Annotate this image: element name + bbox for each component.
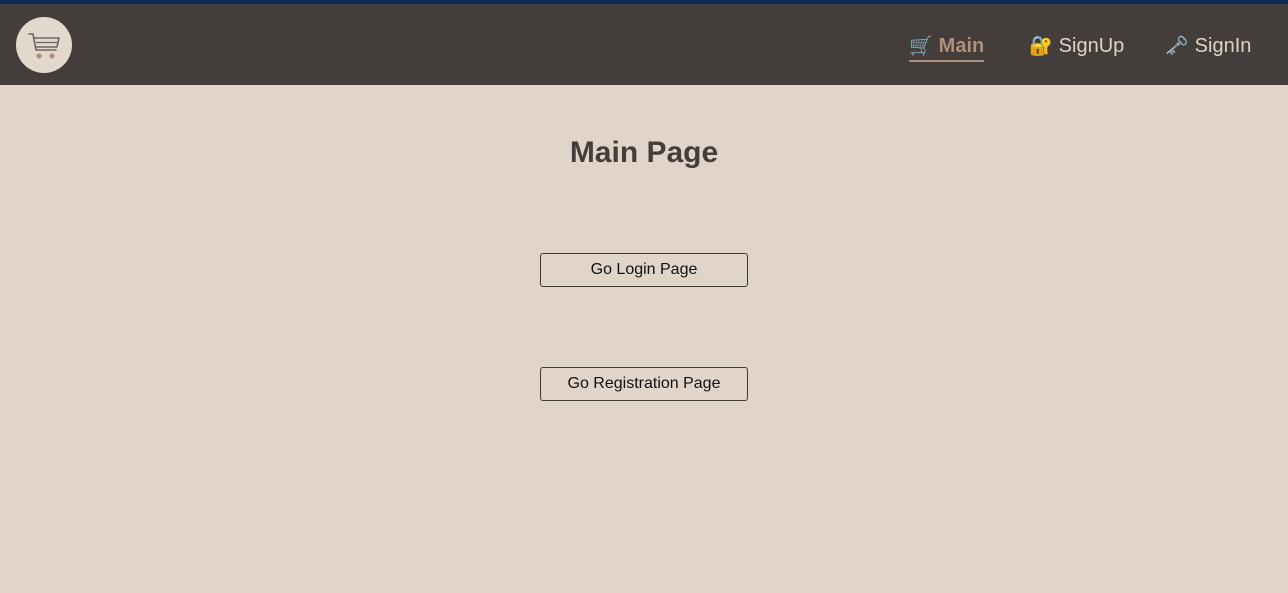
- cart-icon: 🛒: [909, 35, 933, 57]
- key-icon: 🗝️: [1165, 35, 1189, 57]
- go-login-button[interactable]: Go Login Page: [540, 253, 748, 287]
- navbar: 🛒 Main 🔐 SignUp 🗝️ SignIn: [0, 4, 1288, 85]
- nav-item-signin[interactable]: 🗝️ SignIn: [1165, 30, 1251, 62]
- nav-item-signup[interactable]: 🔐 SignUp: [1029, 30, 1124, 62]
- logo[interactable]: [16, 17, 72, 73]
- nav-item-label: Main: [938, 34, 985, 57]
- go-registration-button[interactable]: Go Registration Page: [540, 367, 748, 401]
- nav-item-label: SignIn: [1194, 34, 1252, 57]
- page-title: Main Page: [569, 136, 719, 169]
- lock-icon: 🔐: [1029, 35, 1053, 57]
- nav-item-label: SignUp: [1058, 34, 1125, 57]
- nav-item-main[interactable]: 🛒 Main: [909, 30, 985, 62]
- cart-icon: [28, 33, 60, 59]
